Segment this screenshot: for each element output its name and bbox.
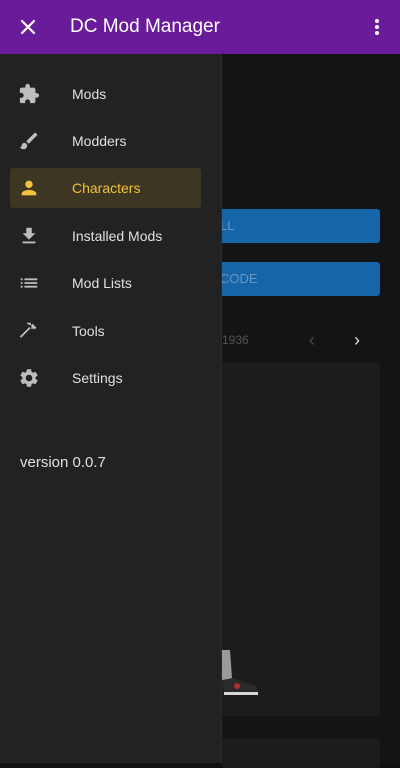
drawer-item-installed-mods[interactable]: Installed Mods <box>10 216 201 256</box>
more-options-icon[interactable] <box>368 0 386 54</box>
drawer-item-settings[interactable]: Settings <box>10 358 201 398</box>
drawer-item-label: Settings <box>72 370 123 386</box>
prev-page-icon[interactable]: ‹ <box>302 330 322 350</box>
background-button-2[interactable]: CODE <box>210 262 380 296</box>
drawer-item-label: Mods <box>72 86 107 102</box>
drawer-item-characters[interactable]: Characters <box>10 168 201 208</box>
version-text: version 0.0.7 <box>20 454 106 471</box>
download-icon <box>10 225 46 247</box>
drawer-item-label: Modders <box>72 133 127 149</box>
person-icon <box>10 177 46 199</box>
navigation-drawer: Mods Modders Characters Installed Mods M… <box>0 54 222 763</box>
drawer-item-label: Installed Mods <box>72 228 163 244</box>
drawer-item-modders[interactable]: Modders <box>10 121 201 161</box>
puzzle-icon <box>10 83 46 105</box>
character-card-2[interactable] <box>222 738 380 768</box>
drawer-item-tools[interactable]: Tools <box>10 311 201 351</box>
drawer-item-label: Mod Lists <box>72 275 132 291</box>
next-page-icon[interactable]: › <box>347 330 367 350</box>
drawer-item-label: Tools <box>72 323 105 339</box>
character-image <box>222 650 258 695</box>
app-bar: DC Mod Manager <box>0 0 400 54</box>
gear-icon <box>10 367 46 389</box>
drawer-item-mods[interactable]: Mods <box>10 74 201 114</box>
background-button-1[interactable]: LL <box>210 209 380 243</box>
brush-icon <box>10 130 46 152</box>
drawer-item-mod-lists[interactable]: Mod Lists <box>10 263 201 303</box>
app-title: DC Mod Manager <box>70 16 220 37</box>
hammer-icon <box>10 320 46 342</box>
close-icon[interactable] <box>0 0 56 54</box>
drawer-item-label: Characters <box>72 180 141 196</box>
page-indicator: 1936 <box>222 333 249 347</box>
list-icon <box>10 272 46 294</box>
